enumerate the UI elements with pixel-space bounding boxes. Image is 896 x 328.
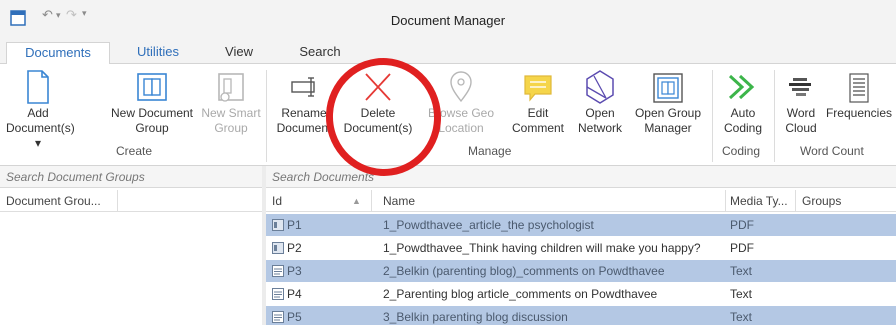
table-row[interactable]: P5 3_Belkin parenting blog discussion Te… [266, 306, 896, 325]
auto-coding-icon [728, 74, 755, 100]
text-document-icon [272, 288, 284, 300]
open-group-manager-button[interactable]: Open Group Manager [630, 68, 706, 136]
title-bar: ↶ ▾ ↷ ▾ Document Manager [0, 0, 896, 42]
ribbon-tabs: Documents Utilities View Search [0, 42, 896, 65]
comment-icon [524, 75, 552, 102]
document-group-icon [137, 73, 167, 101]
table-row[interactable]: P1 1_Powdthavee_article_the psychologist… [266, 214, 896, 236]
new-document-group-button[interactable]: New Document Group [106, 68, 198, 136]
table-row[interactable]: P2 1_Powdthavee_Think having children wi… [266, 237, 896, 259]
table-row[interactable]: P4 2_Parenting blog article_comments on … [266, 283, 896, 305]
new-smart-group-button[interactable]: New Smart Group [200, 68, 262, 136]
auto-coding-button[interactable]: Auto Coding [716, 68, 770, 136]
ribbon-separator [712, 70, 713, 162]
frequencies-button[interactable]: Frequencies [822, 68, 896, 121]
coding-group-label: Coding [722, 144, 761, 158]
column-id-label: Id [272, 194, 283, 208]
word-cloud-button[interactable]: Word Cloud [780, 68, 822, 136]
pdf-document-icon [272, 242, 284, 254]
create-group-label: Create [116, 144, 153, 158]
manage-group-label: Manage [468, 144, 512, 158]
group-manager-icon [653, 73, 683, 103]
word-count-group-label: Word Count [800, 144, 864, 158]
edit-comment-button[interactable]: Edit Comment [508, 68, 568, 136]
tab-utilities[interactable]: Utilities [126, 42, 190, 64]
frequencies-icon [849, 73, 869, 103]
tab-search[interactable]: Search [292, 42, 348, 64]
rename-document-button[interactable]: Rename Document [272, 68, 336, 136]
location-pin-icon [450, 71, 472, 103]
text-document-icon [272, 311, 284, 323]
ribbon: Add Document(s) ▾ New Document Group New… [0, 64, 896, 166]
table-row[interactable]: P3 2_Belkin (parenting blog)_comments on… [266, 260, 896, 282]
add-document-icon [27, 70, 49, 104]
ribbon-separator [266, 70, 267, 162]
column-header-groups[interactable]: Groups [796, 190, 896, 212]
network-icon [586, 70, 614, 104]
pdf-document-icon [272, 219, 284, 231]
column-header-name[interactable]: Name [372, 190, 726, 212]
window-title: Document Manager [390, 13, 506, 28]
delete-x-icon [365, 73, 391, 101]
smart-group-icon [218, 73, 244, 102]
rename-icon [291, 77, 315, 97]
tab-view[interactable]: View [214, 42, 264, 64]
open-network-button[interactable]: Open Network [574, 68, 626, 136]
column-header-media-type[interactable]: Media Ty... [726, 190, 796, 212]
document-groups-column-header[interactable]: Document Grou... [0, 190, 118, 212]
ribbon-separator [774, 70, 775, 162]
document-groups-header-filler [118, 190, 262, 212]
column-header-id[interactable]: Id ▲ [266, 190, 372, 212]
tab-documents[interactable]: Documents [6, 42, 110, 65]
documents-search-input[interactable]: Search Documents [266, 166, 896, 188]
add-documents-button[interactable]: Add Document(s) ▾ [6, 68, 75, 151]
browse-geo-location-button[interactable]: Browse Geo Location [424, 68, 498, 136]
text-document-icon [272, 265, 284, 277]
word-cloud-icon [789, 78, 811, 96]
document-groups-search-input[interactable]: Search Document Groups [0, 166, 262, 188]
sort-ascending-icon: ▲ [352, 196, 361, 206]
delete-documents-button[interactable]: Delete Document(s) [340, 68, 416, 136]
